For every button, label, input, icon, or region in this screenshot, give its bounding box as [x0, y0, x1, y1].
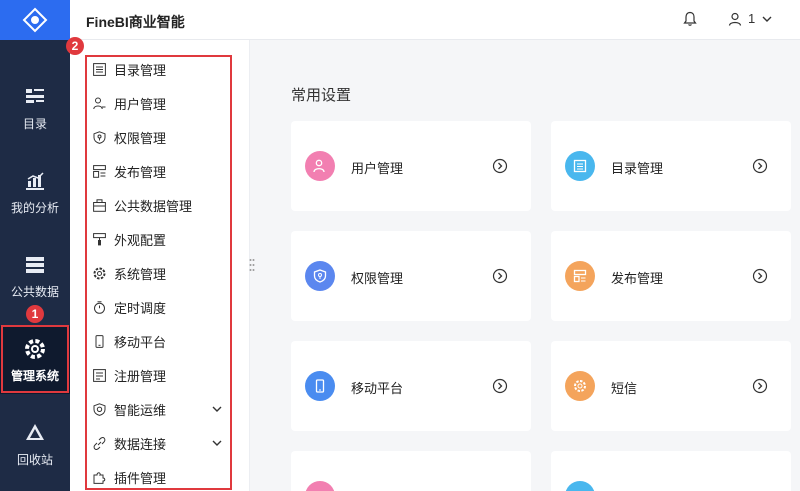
analysis-chart-icon — [23, 169, 47, 193]
card-catalog-management[interactable]: 目录管理 — [551, 121, 791, 211]
card-label: 移动平台 — [351, 381, 404, 396]
nav-item-recycle-bin[interactable]: 回收站 — [0, 410, 70, 478]
card-sms[interactable]: 短信 — [551, 341, 791, 431]
card-partial-left[interactable] — [291, 451, 531, 491]
nav-item-label: 目录 — [22, 116, 47, 131]
arrow-circle-right-icon[interactable] — [752, 378, 768, 394]
app-title: FineBI商业智能 — [86, 14, 185, 30]
card-publish-management[interactable]: 发布管理 — [551, 231, 791, 321]
step-badge-1: 1 — [26, 305, 44, 323]
resize-handle-icon[interactable] — [249, 258, 255, 272]
mobile-icon — [305, 371, 335, 401]
arrow-circle-right-icon[interactable] — [492, 378, 508, 394]
user-name: 1 — [748, 11, 756, 26]
nav-item-my-analysis[interactable]: 我的分析 — [0, 158, 70, 226]
submenu-highlight-frame — [85, 55, 232, 490]
card-permission-management[interactable]: 权限管理 — [291, 231, 531, 321]
arrow-circle-right-icon[interactable] — [752, 268, 768, 284]
app-logo[interactable] — [0, 0, 70, 40]
arrow-circle-right-icon[interactable] — [492, 268, 508, 284]
nav-item-catalog[interactable]: 目录 — [0, 74, 70, 142]
list-icon — [565, 481, 595, 491]
nav-highlight-frame — [1, 325, 69, 393]
nav-item-label: 公共数据 — [10, 284, 59, 299]
user-icon — [305, 151, 335, 181]
nav-item-public-data[interactable]: 公共数据 — [0, 242, 70, 310]
card-partial-right[interactable] — [551, 451, 791, 491]
card-label: 目录管理 — [611, 161, 664, 176]
user-icon — [305, 481, 335, 491]
list-icon — [565, 151, 595, 181]
card-label: 权限管理 — [351, 271, 404, 286]
card-mobile-platform[interactable]: 移动平台 — [291, 341, 531, 431]
step-badge-2: 2 — [66, 37, 84, 55]
arrow-circle-right-icon[interactable] — [752, 158, 768, 174]
catalog-icon — [23, 85, 47, 109]
user-icon — [728, 12, 742, 26]
nav-item-label: 回收站 — [16, 452, 53, 467]
chevron-down-icon — [762, 16, 772, 22]
database-icon — [23, 253, 47, 277]
publish-icon — [565, 261, 595, 291]
main-nav: 目录 我的分析 公共数据 管理系统 回收站 1 — [0, 0, 70, 491]
card-label: 发布管理 — [611, 271, 664, 286]
section-title: 常用设置 — [291, 87, 352, 104]
user-menu[interactable]: 1 — [728, 11, 773, 26]
card-user-management[interactable]: 用户管理 — [291, 121, 531, 211]
recycle-icon — [23, 421, 47, 445]
shield-icon — [305, 261, 335, 291]
arrow-circle-right-icon[interactable] — [492, 158, 508, 174]
nav-item-label: 我的分析 — [10, 200, 59, 215]
logo-icon — [22, 7, 48, 33]
card-label: 短信 — [611, 381, 638, 396]
gear-icon — [565, 371, 595, 401]
top-header: FineBI商业智能 1 — [70, 0, 800, 40]
card-label: 用户管理 — [351, 161, 404, 176]
bell-icon[interactable] — [682, 11, 698, 27]
